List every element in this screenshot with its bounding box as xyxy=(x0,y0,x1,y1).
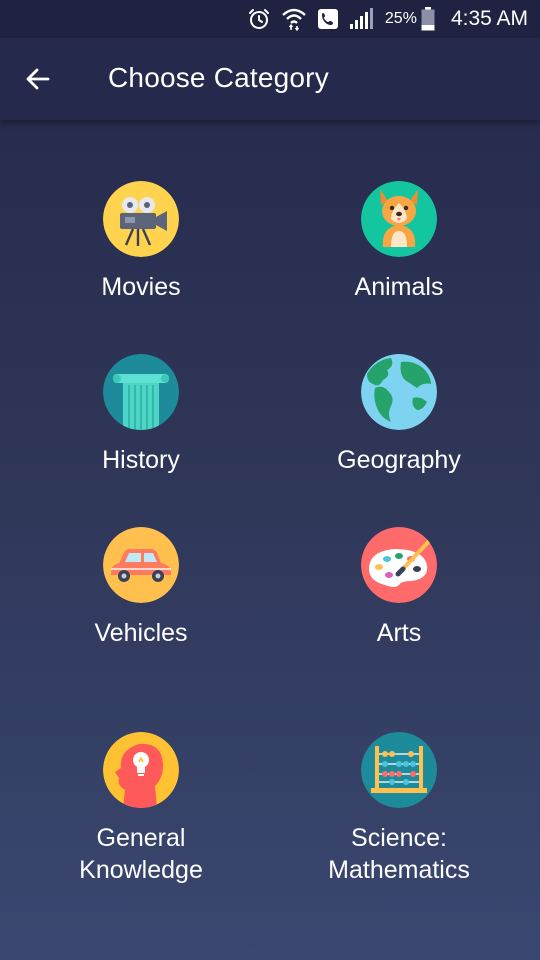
globe-icon xyxy=(361,354,437,430)
category-label: History xyxy=(102,446,180,474)
car-icon xyxy=(103,527,179,603)
wifi-icon xyxy=(281,7,307,31)
alarm-icon xyxy=(247,7,271,31)
battery-icon xyxy=(421,7,435,31)
category-label: Movies xyxy=(101,273,181,301)
head-lightbulb-icon xyxy=(103,732,179,808)
dog-icon xyxy=(361,181,437,257)
back-button[interactable] xyxy=(18,59,58,99)
category-geography[interactable]: Geography xyxy=(279,354,519,476)
battery-status: 25% xyxy=(385,7,435,31)
movie-camera-icon xyxy=(103,181,179,257)
status-bar: 25% 4:35 AM xyxy=(0,0,540,38)
category-arts[interactable]: Arts xyxy=(279,527,519,649)
battery-percent: 25% xyxy=(384,10,417,27)
page-title: Choose Category xyxy=(108,62,329,93)
category-animals[interactable]: Animals xyxy=(279,181,519,303)
column-icon xyxy=(103,354,179,430)
paint-palette-icon xyxy=(361,527,437,603)
category-vehicles[interactable]: Vehicles xyxy=(21,527,261,649)
category-history[interactable]: History xyxy=(21,354,261,476)
signal-icon xyxy=(349,8,375,30)
category-label: Geography xyxy=(337,446,461,474)
status-time: 4:35 AM xyxy=(450,7,528,30)
category-science-mathematics[interactable]: Science: Mathematics xyxy=(279,732,519,886)
category-label: Vehicles xyxy=(94,619,188,647)
app-bar: Choose Category xyxy=(0,38,540,120)
category-label: Animals xyxy=(354,273,444,301)
abacus-icon xyxy=(361,732,437,808)
category-movies[interactable]: Movies xyxy=(21,181,261,303)
phone-call-icon xyxy=(317,8,339,30)
status-icons: 25% 4:35 AM xyxy=(247,0,528,38)
category-label: General Knowledge xyxy=(79,824,203,884)
category-general-knowledge[interactable]: General Knowledge xyxy=(21,732,261,886)
category-label: Arts xyxy=(376,619,422,647)
category-label: Science: Mathematics xyxy=(328,824,470,884)
arrow-left-icon xyxy=(26,68,50,90)
